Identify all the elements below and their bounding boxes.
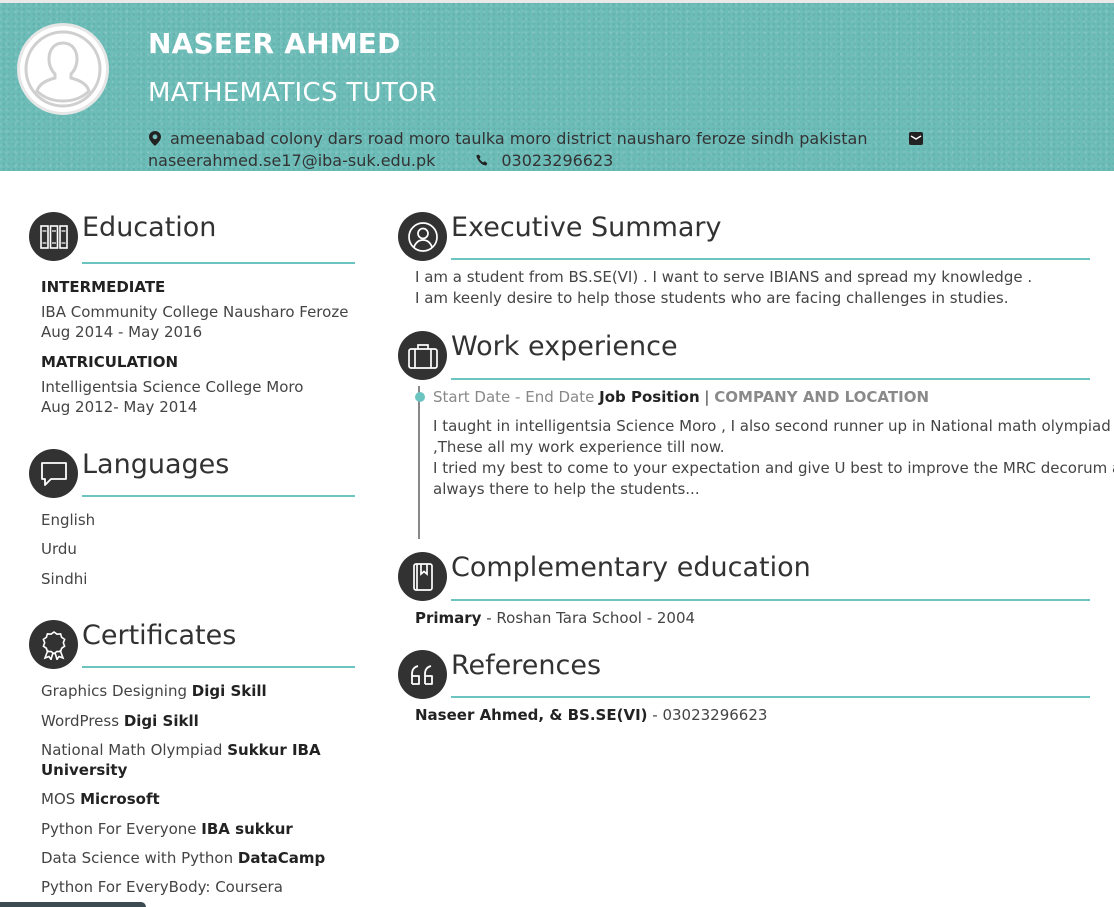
contact-phone: 03023296623 xyxy=(501,151,614,170)
avatar-silhouette-icon xyxy=(24,30,102,108)
certificate-item: Graphics Designing Digi Skill xyxy=(41,682,267,700)
work-title: Work experience xyxy=(451,331,678,362)
work-description-line: always there to help the students... xyxy=(433,480,700,498)
speech-bubble-icon xyxy=(29,449,78,498)
education-dates: Aug 2012- May 2014 xyxy=(41,398,198,416)
references-title: References xyxy=(451,650,602,681)
languages-rule xyxy=(82,495,355,497)
work-entry-heading: Start Date - End Date Job Position | COM… xyxy=(433,388,929,406)
references-rule xyxy=(451,696,1090,698)
complementary-item: Primary - Roshan Tara School - 2004 xyxy=(415,609,696,627)
contact-address-row: ameenabad colony dars road moro taulka m… xyxy=(148,129,924,148)
certificates-rule xyxy=(82,666,355,668)
work-section-header: Work experience xyxy=(398,331,1090,381)
bottom-scroll-bar[interactable] xyxy=(0,902,146,907)
certificate-item: Python For EveryBody: Coursera xyxy=(41,878,283,896)
languages-section-header: Languages xyxy=(29,449,355,499)
contact-email-phone-row: naseerahmed.se17@iba-suk.edu.pk 03023296… xyxy=(148,151,613,170)
briefcase-icon xyxy=(398,331,447,380)
summary-section-header: Executive Summary xyxy=(398,212,1090,262)
education-school: Intelligentsia Science College Moro xyxy=(41,378,304,396)
certificate-item: Python For Everyone IBA sukkur xyxy=(41,820,293,838)
work-position: Job Position xyxy=(599,388,700,406)
phone-icon xyxy=(475,153,489,169)
complementary-rule xyxy=(451,599,1090,601)
contact-address: ameenabad colony dars road moro taulka m… xyxy=(170,129,868,148)
candidate-name: NASEER AHMED xyxy=(148,27,401,60)
work-separator: | xyxy=(704,388,710,406)
certificate-item: MOS Microsoft xyxy=(41,790,160,808)
education-section-header: Education xyxy=(29,212,355,262)
work-rule xyxy=(451,378,1090,380)
avatar xyxy=(17,23,109,115)
education-dates: Aug 2014 - May 2016 xyxy=(41,323,203,341)
bookmark-book-icon xyxy=(398,552,447,601)
summary-rule xyxy=(451,258,1090,260)
references-section-header: References xyxy=(398,650,1090,700)
work-description-line: I tried my best to come to your expectat… xyxy=(433,459,1114,477)
award-ribbon-icon xyxy=(29,620,78,669)
work-description-line: I taught in intelligentsia Science Moro … xyxy=(433,417,1111,435)
summary-line: I am keenly desire to help those student… xyxy=(415,289,1009,307)
certificates-title: Certificates xyxy=(82,620,237,651)
education-title: Education xyxy=(82,212,217,243)
certificate-item: WordPress Digi Sikll xyxy=(41,712,199,730)
books-icon xyxy=(29,212,78,261)
contact-email[interactable]: naseerahmed.se17@iba-suk.edu.pk xyxy=(148,151,435,170)
certificate-item: Data Science with Python DataCamp xyxy=(41,849,326,867)
work-company: COMPANY AND LOCATION xyxy=(714,388,929,406)
languages-title: Languages xyxy=(82,449,230,480)
summary-title: Executive Summary xyxy=(451,212,722,243)
work-description-line: ,These all my work experience till now. xyxy=(433,438,725,456)
resume-header: NASEER AHMED MATHEMATICS TUTOR ameenabad… xyxy=(0,0,1114,171)
summary-line: I am a student from BS.SE(VI) . I want t… xyxy=(415,268,1033,286)
language-item: English xyxy=(41,511,96,529)
certificate-item-continued: University xyxy=(41,761,128,779)
envelope-icon xyxy=(909,131,924,147)
language-item: Sindhi xyxy=(41,570,88,588)
work-timeline-line xyxy=(418,386,420,539)
education-rule xyxy=(82,262,355,264)
location-pin-icon xyxy=(148,131,162,147)
candidate-title: MATHEMATICS TUTOR xyxy=(148,78,438,108)
certificates-section-header: Certificates xyxy=(29,620,355,670)
language-item: Urdu xyxy=(41,540,77,558)
reference-item: Naseer Ahmed, & BS.SE(VI) - 03023296623 xyxy=(415,706,768,724)
certificate-item: National Math Olympiad Sukkur IBA xyxy=(41,741,321,759)
user-icon xyxy=(398,212,447,261)
education-school: IBA Community College Nausharo Feroze xyxy=(41,303,349,321)
education-degree: MATRICULATION xyxy=(41,353,179,371)
work-dates: Start Date - End Date xyxy=(433,388,595,406)
quote-icon xyxy=(398,650,447,699)
work-timeline-bullet xyxy=(415,392,425,402)
complementary-title: Complementary education xyxy=(451,552,811,583)
education-degree: INTERMEDIATE xyxy=(41,278,166,296)
complementary-section-header: Complementary education xyxy=(398,552,1090,602)
